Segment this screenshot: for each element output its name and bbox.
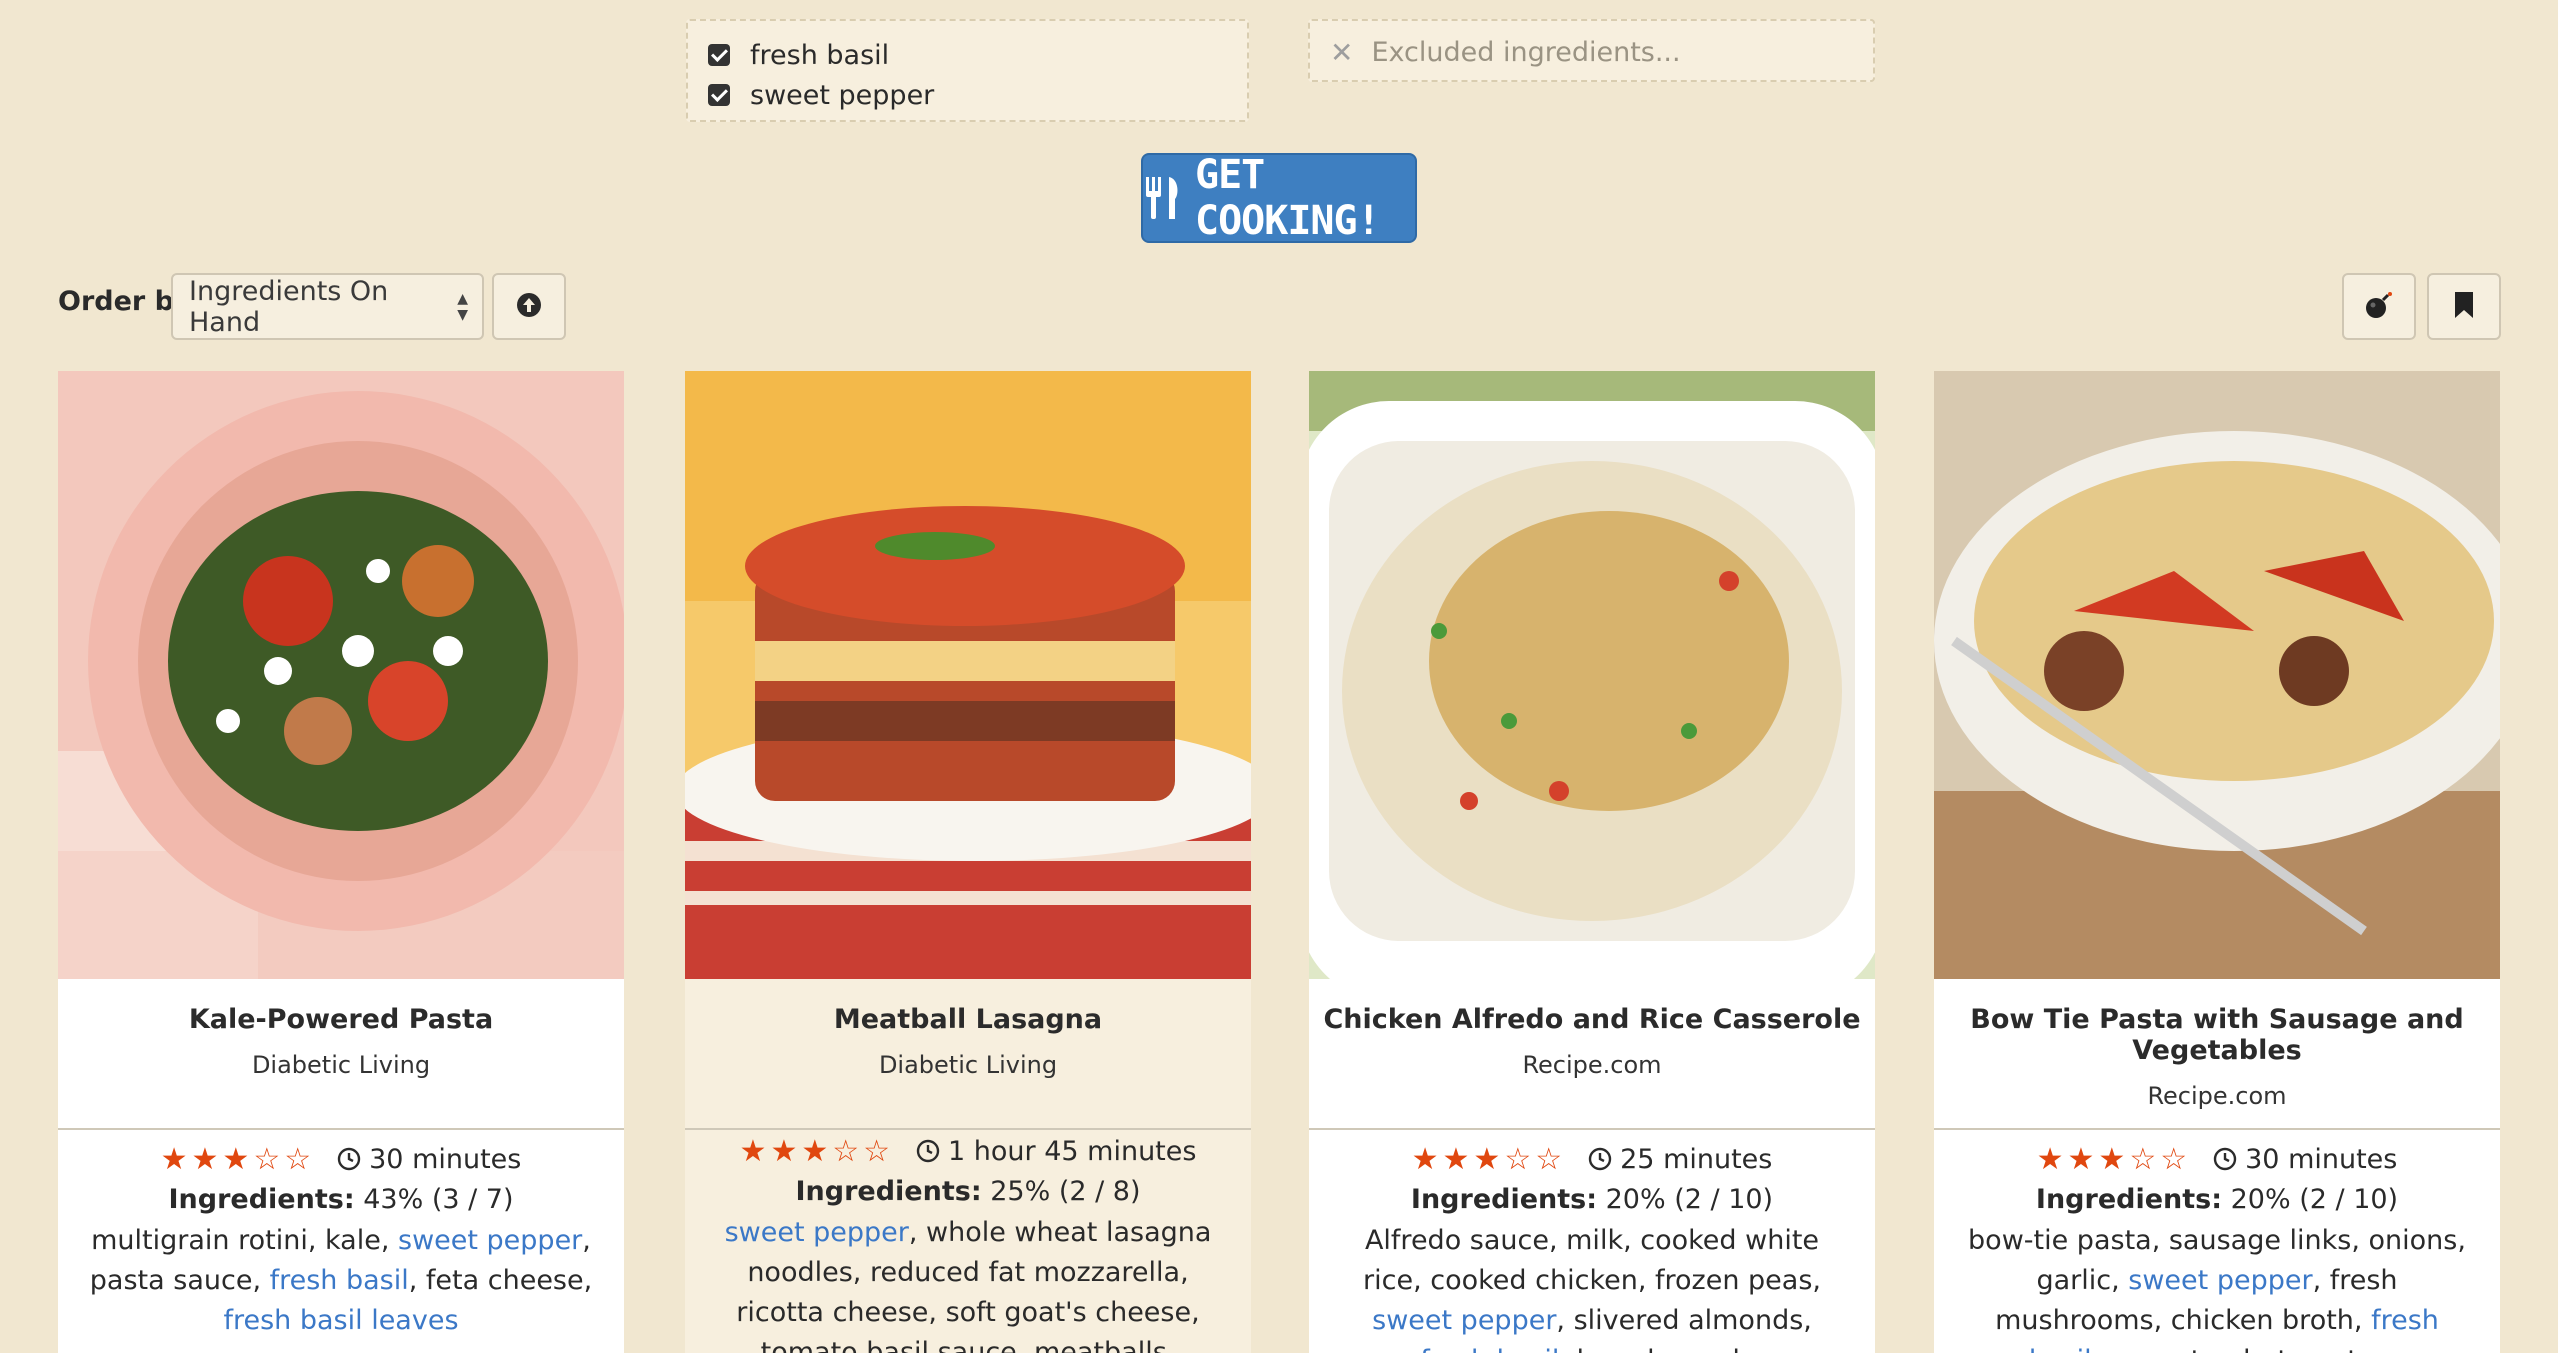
matched-ingredient-link[interactable]: fresh basil leaves [223, 1305, 458, 1336]
ingredient-text: multigrain rotini, kale, [91, 1225, 398, 1256]
ingredient-text: , slivered almonds, [1556, 1305, 1812, 1336]
matched-ingredient-link[interactable]: sweet pepper [2128, 1265, 2312, 1296]
get-cooking-button[interactable]: GET COOKING! [1141, 152, 1417, 244]
utensils-icon [1143, 175, 1183, 221]
clock-icon [1588, 1147, 1612, 1171]
recipe-source: Diabetic Living [878, 1051, 1058, 1079]
ingredient-text: , bread crumbs [1559, 1345, 1763, 1353]
ingredient-list: bow-tie pasta, sausage links, onions, ga… [1962, 1221, 2472, 1353]
divider [1309, 1128, 1875, 1130]
ingredient-text: Alfredo sauce, milk, cooked white rice, … [1363, 1225, 1821, 1296]
ingredients-match: 20% (2 / 10) [2230, 1183, 2399, 1215]
select-arrows-icon: ▲ ▼ [457, 291, 468, 323]
ingredients-match: 20% (2 / 10) [1605, 1183, 1774, 1215]
recipe-card[interactable]: Chicken Alfredo and Rice Casserole Recip… [1309, 371, 1875, 1353]
ingredients-label: Ingredients: [795, 1175, 982, 1207]
ingredient-list: sweet pepper, whole wheat lasagna noodle… [703, 1213, 1233, 1353]
recipe-source: Diabetic Living [251, 1051, 431, 1079]
recipe-source: Recipe.com [1522, 1051, 1662, 1079]
close-icon[interactable]: ✕ [1330, 36, 1353, 69]
ingredient-text: , feta cheese, [408, 1265, 593, 1296]
arrow-up-circle-icon [516, 292, 542, 322]
ingredients-match: 43% (3 / 7) [363, 1183, 514, 1215]
recipe-photo-kale-pasta[interactable] [58, 371, 624, 979]
ingredient-checkbox-item[interactable]: sweet pepper [708, 75, 1227, 115]
recipe-meta: ★★★☆☆ 30 minutes Ingredients: 20% (2 / 1… [1934, 1141, 2500, 1353]
recipe-title[interactable]: Bow Tie Pasta with Sausage and Vegetable… [1934, 1004, 2500, 1066]
bomb-button[interactable] [2342, 273, 2416, 340]
ingredient-text: , corn starch, tomatoes [2092, 1345, 2405, 1353]
rating-stars: ★★★☆☆ [2036, 1141, 2192, 1177]
recipe-meta: ★★★☆☆ 25 minutes Ingredients: 20% (2 / 1… [1309, 1141, 1875, 1353]
excluded-placeholder: Excluded ingredients... [1371, 36, 1681, 68]
recipe-card[interactable]: Kale-Powered Pasta Diabetic Living ★★★☆☆… [58, 371, 624, 1353]
bookmark-icon [2453, 291, 2475, 323]
recipe-card[interactable]: Bow Tie Pasta with Sausage and Vegetable… [1934, 371, 2500, 1353]
clock-icon [916, 1139, 940, 1163]
included-ingredients-box: fresh basil sweet pepper [686, 19, 1249, 122]
matched-ingredient-link[interactable]: sweet pepper [725, 1217, 909, 1248]
rating-stars: ★★★☆☆ [160, 1141, 316, 1177]
divider [1934, 1128, 2500, 1130]
recipe-title[interactable]: Chicken Alfredo and Rice Casserole [1309, 1004, 1875, 1035]
matched-ingredient-link[interactable]: fresh basil [1420, 1345, 1559, 1353]
divider [685, 1128, 1251, 1130]
recipe-time: 1 hour 45 minutes [948, 1135, 1197, 1167]
ingredients-label: Ingredients: [2035, 1183, 2223, 1215]
checkbox-icon[interactable] [708, 84, 730, 106]
excluded-ingredients-input[interactable]: ✕ Excluded ingredients... [1308, 19, 1875, 82]
ingredient-list: multigrain rotini, kale, sweet pepper, p… [86, 1221, 596, 1341]
ingredients-label: Ingredients: [1410, 1183, 1598, 1215]
order-by-select[interactable]: Ingredients On Hand ▲ ▼ [171, 273, 484, 340]
recipe-time: 30 minutes [2245, 1143, 2398, 1175]
divider [58, 1128, 624, 1130]
recipe-title[interactable]: Meatball Lasagna [685, 1004, 1251, 1035]
sort-direction-button[interactable] [492, 273, 566, 340]
recipe-source: Recipe.com [2147, 1082, 2287, 1110]
ingredient-checkbox-item[interactable]: fresh basil [708, 35, 1227, 75]
checkbox-icon[interactable] [708, 44, 730, 66]
get-cooking-label: GET COOKING! [1195, 152, 1381, 244]
ingredient-label: fresh basil [750, 39, 890, 71]
matched-ingredient-link[interactable]: sweet pepper [1372, 1305, 1556, 1336]
recipe-card[interactable]: Meatball Lasagna Diabetic Living ★★★☆☆ 1… [685, 371, 1251, 1353]
recipe-meta: ★★★☆☆ 30 minutes Ingredients: 43% (3 / 7… [58, 1141, 624, 1341]
recipe-photo-chicken-alfredo[interactable] [1309, 371, 1875, 979]
clock-icon [2213, 1147, 2237, 1171]
recipe-photo-bow-tie-pasta[interactable] [1934, 371, 2500, 979]
recipe-meta: ★★★☆☆ 1 hour 45 minutes Ingredients: 25%… [685, 1133, 1251, 1353]
recipe-time: 25 minutes [1620, 1143, 1773, 1175]
clock-icon [337, 1147, 361, 1171]
recipe-time: 30 minutes [369, 1143, 522, 1175]
recipe-title[interactable]: Kale-Powered Pasta [58, 1004, 624, 1035]
order-by-value: Ingredients On Hand [189, 275, 389, 338]
ingredients-match: 25% (2 / 8) [990, 1175, 1141, 1207]
ingredients-label: Ingredients: [168, 1183, 355, 1215]
recipe-photo-meatball-lasagna[interactable] [685, 371, 1251, 979]
bomb-icon [2364, 290, 2394, 324]
bookmark-button[interactable] [2427, 273, 2501, 340]
rating-stars: ★★★☆☆ [739, 1133, 895, 1169]
matched-ingredient-link[interactable]: sweet pepper [398, 1225, 582, 1256]
ingredient-label: sweet pepper [750, 79, 935, 111]
matched-ingredient-link[interactable]: fresh basil [270, 1265, 409, 1296]
rating-stars: ★★★☆☆ [1411, 1141, 1567, 1177]
ingredient-list: Alfredo sauce, milk, cooked white rice, … [1337, 1221, 1847, 1353]
